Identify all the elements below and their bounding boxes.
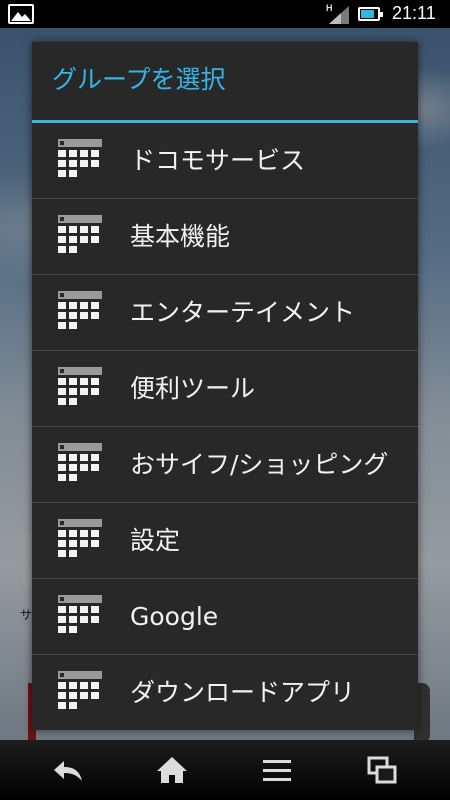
group-grid-icon (58, 139, 102, 177)
dialog-title: グループを選択 (52, 65, 226, 94)
group-item-label: おサイフ/ショッピング (130, 450, 389, 479)
group-item-label: ドコモサービス (130, 146, 306, 175)
group-grid-icon (58, 443, 102, 481)
group-item-label: ダウンロードアプリ (130, 678, 356, 707)
gallery-notification-icon (8, 4, 34, 24)
group-item-basic-functions[interactable]: 基本機能 (32, 199, 418, 275)
home-icon[interactable] (154, 752, 190, 788)
group-item-label: Google (130, 602, 219, 631)
back-icon[interactable] (50, 752, 86, 788)
group-grid-icon (58, 291, 102, 329)
group-item-osaifu-shopping[interactable]: おサイフ/ショッピング (32, 427, 418, 503)
recent-apps-icon[interactable] (364, 752, 400, 788)
signal-icon (329, 6, 349, 24)
battery-level (361, 10, 374, 18)
menu-icon[interactable] (259, 752, 295, 788)
group-item-useful-tools[interactable]: 便利ツール (32, 351, 418, 427)
group-item-label: 便利ツール (130, 374, 256, 403)
group-item-docomo-service[interactable]: ドコモサービス (32, 123, 418, 199)
group-item-downloaded-apps[interactable]: ダウンロードアプリ (32, 655, 418, 730)
select-group-dialog: グループを選択 ドコモサービス 基本機能 エンターテイメント 便利ツール おサイ… (32, 42, 418, 730)
status-time: 21:11 (392, 3, 436, 23)
group-grid-icon (58, 595, 102, 633)
battery-icon (358, 7, 383, 21)
status-bar: H 21:11 (0, 0, 450, 28)
group-item-entertainment[interactable]: エンターテイメント (32, 275, 418, 351)
group-grid-icon (58, 367, 102, 405)
group-item-label: 設定 (130, 526, 181, 555)
group-list: ドコモサービス 基本機能 エンターテイメント 便利ツール おサイフ/ショッピング… (32, 123, 418, 730)
group-item-label: エンターテイメント (130, 298, 356, 327)
group-grid-icon (58, 671, 102, 709)
group-item-google[interactable]: Google (32, 579, 418, 655)
group-grid-icon (58, 215, 102, 253)
group-grid-icon (58, 519, 102, 557)
group-item-settings[interactable]: 設定 (32, 503, 418, 579)
navigation-bar (0, 740, 450, 800)
group-item-label: 基本機能 (130, 222, 231, 251)
